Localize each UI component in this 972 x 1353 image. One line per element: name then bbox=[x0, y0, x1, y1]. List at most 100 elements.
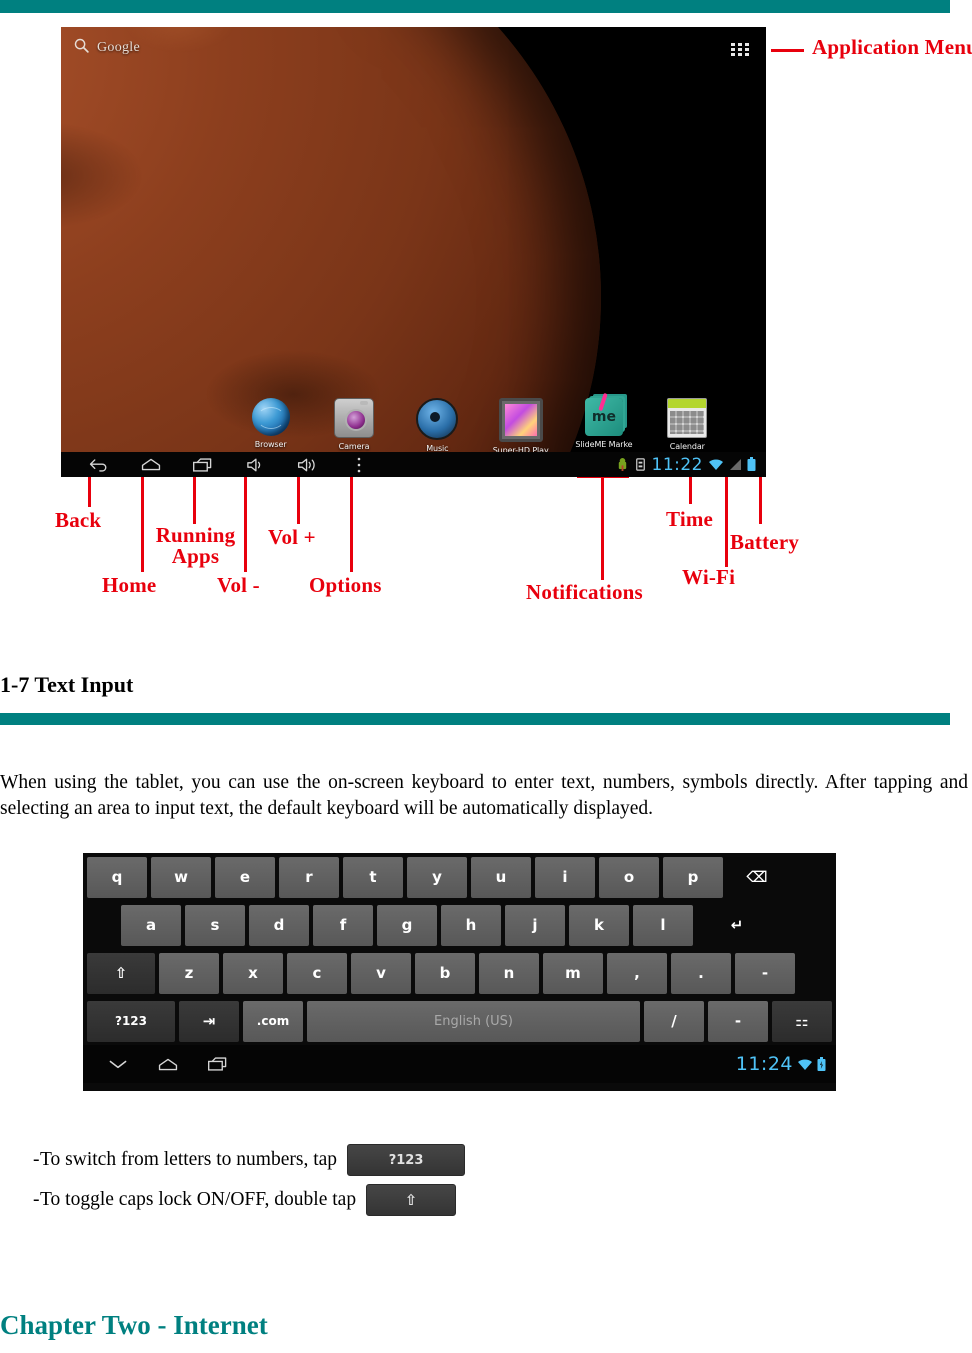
annotation-vol-down: Vol - bbox=[217, 573, 260, 597]
status-clock: 11:22 bbox=[651, 454, 703, 475]
annotation-notifications: Notifications bbox=[526, 580, 643, 604]
navigation-buttons bbox=[61, 452, 385, 477]
chevron-down-icon bbox=[109, 1060, 127, 1069]
key-n[interactable]: n bbox=[479, 952, 539, 994]
app-shortcut-browser[interactable]: Browser bbox=[229, 398, 312, 455]
app-shortcut-camera[interactable]: Camera bbox=[312, 398, 395, 455]
options-button[interactable] bbox=[333, 452, 385, 477]
page-title: 1-7 Text Input bbox=[0, 672, 134, 697]
key-z[interactable]: z bbox=[159, 952, 219, 994]
app-shortcut-music[interactable]: Music bbox=[396, 398, 479, 455]
keyboard-clock: 11:24 bbox=[735, 1053, 793, 1075]
battery-icon bbox=[747, 457, 756, 471]
key-dash[interactable]: - bbox=[708, 1000, 768, 1042]
key-g[interactable]: g bbox=[377, 904, 437, 946]
key-c[interactable]: c bbox=[287, 952, 347, 994]
app-label: Calendar bbox=[669, 442, 705, 451]
app-label: Browser bbox=[254, 440, 287, 449]
key-b[interactable]: b bbox=[415, 952, 475, 994]
key-i[interactable]: i bbox=[535, 856, 595, 898]
key-comma[interactable]: , bbox=[607, 952, 667, 994]
key-y[interactable]: y bbox=[407, 856, 467, 898]
app-label: Camera bbox=[338, 442, 370, 451]
key-f[interactable]: f bbox=[313, 904, 373, 946]
app-shortcut-superhd[interactable]: Super-HD Play bbox=[479, 398, 562, 455]
section-divider-bar bbox=[0, 713, 950, 725]
apps-grid-icon[interactable] bbox=[731, 43, 749, 56]
google-search-widget[interactable]: Google bbox=[73, 37, 140, 59]
usb-debug-icon[interactable] bbox=[634, 457, 647, 472]
shift-key[interactable]: ⇧ bbox=[87, 952, 155, 994]
key-w[interactable]: w bbox=[151, 856, 211, 898]
intro-paragraph: When using the tablet, you can use the o… bbox=[0, 772, 968, 819]
key-slash[interactable]: / bbox=[644, 1000, 704, 1042]
wallpaper bbox=[61, 27, 766, 452]
key-a[interactable]: a bbox=[121, 904, 181, 946]
key-o[interactable]: o bbox=[599, 856, 659, 898]
overflow-menu-icon bbox=[357, 457, 361, 472]
key-x[interactable]: x bbox=[223, 952, 283, 994]
key-p[interactable]: p bbox=[663, 856, 723, 898]
annotation-running-apps: Running Apps bbox=[155, 523, 236, 568]
recents-button[interactable] bbox=[177, 452, 229, 477]
key-period[interactable]: . bbox=[671, 952, 731, 994]
app-shortcut-slideme[interactable]: SlideME Marke bbox=[562, 398, 645, 455]
keyboard-settings-key[interactable]: ⚏ bbox=[772, 1000, 832, 1042]
home-icon bbox=[158, 1058, 178, 1070]
home-button[interactable] bbox=[125, 452, 177, 477]
key-l[interactable]: l bbox=[633, 904, 693, 946]
battery-charging-icon bbox=[817, 1056, 826, 1071]
key-s[interactable]: s bbox=[185, 904, 245, 946]
volume-down-button[interactable] bbox=[229, 452, 281, 477]
calendar-icon bbox=[667, 398, 708, 438]
tablet-screenshot: Google Browser Camera Music Super-HD Pla… bbox=[61, 27, 766, 477]
music-speaker-icon bbox=[416, 398, 459, 440]
key-j[interactable]: j bbox=[505, 904, 565, 946]
key-d[interactable]: d bbox=[249, 904, 309, 946]
keyboard-status-icons: 11:24 bbox=[736, 1053, 826, 1075]
back-arrow-icon bbox=[89, 458, 107, 472]
enter-key[interactable]: ↵ bbox=[697, 905, 777, 946]
volume-up-icon bbox=[297, 458, 315, 471]
key-v[interactable]: v bbox=[351, 952, 411, 994]
back-button[interactable] bbox=[73, 452, 125, 477]
volume-up-button[interactable] bbox=[281, 452, 333, 477]
keyboard-navigation-bar: 11:24 bbox=[83, 1045, 836, 1083]
annotation-back: Back bbox=[55, 508, 102, 532]
symbols-key[interactable]: ?123 bbox=[87, 1000, 175, 1042]
leader-app-menu bbox=[771, 49, 804, 52]
instruction-text: To switch from letters to numbers, tap bbox=[40, 1149, 338, 1170]
spacebar[interactable]: English (US) bbox=[307, 1000, 640, 1042]
leader-options bbox=[350, 462, 353, 572]
android-robot-icon[interactable] bbox=[616, 457, 629, 472]
system-bar: 11:22 bbox=[61, 452, 766, 477]
instruction-list: - To switch from letters to numbers, tap… bbox=[0, 1140, 700, 1220]
wifi-icon bbox=[798, 1058, 812, 1070]
key-hyphen[interactable]: - bbox=[735, 952, 795, 994]
dotcom-key[interactable]: .com bbox=[243, 1000, 303, 1042]
keyboard-row-4: ?123 ⇥ .com English (US) / - ⚏ bbox=[83, 997, 836, 1045]
bullet-dash: - bbox=[33, 1149, 40, 1170]
search-icon bbox=[73, 37, 90, 59]
inline-shift-key: ⇧ bbox=[366, 1184, 457, 1216]
camera-icon bbox=[333, 398, 374, 438]
home-icon bbox=[141, 458, 161, 471]
key-r[interactable]: r bbox=[279, 856, 339, 898]
key-u[interactable]: u bbox=[471, 856, 531, 898]
top-accent-bar bbox=[0, 0, 950, 13]
key-h[interactable]: h bbox=[441, 904, 501, 946]
key-q[interactable]: q bbox=[87, 856, 147, 898]
hide-keyboard-button[interactable] bbox=[93, 1052, 143, 1077]
key-m[interactable]: m bbox=[543, 952, 603, 994]
recents-button[interactable] bbox=[193, 1052, 243, 1077]
key-k[interactable]: k bbox=[569, 904, 629, 946]
backspace-key[interactable]: ⌫ bbox=[727, 857, 787, 898]
key-t[interactable]: t bbox=[343, 856, 403, 898]
app-shortcut-calendar[interactable]: Calendar bbox=[646, 398, 729, 455]
app-shortcut-row: Browser Camera Music Super-HD Play Slide… bbox=[229, 398, 729, 455]
home-button[interactable] bbox=[143, 1052, 193, 1077]
key-e[interactable]: e bbox=[215, 856, 275, 898]
tab-key[interactable]: ⇥ bbox=[179, 1000, 239, 1042]
video-player-icon bbox=[498, 398, 543, 442]
leader-notifications bbox=[601, 475, 604, 580]
